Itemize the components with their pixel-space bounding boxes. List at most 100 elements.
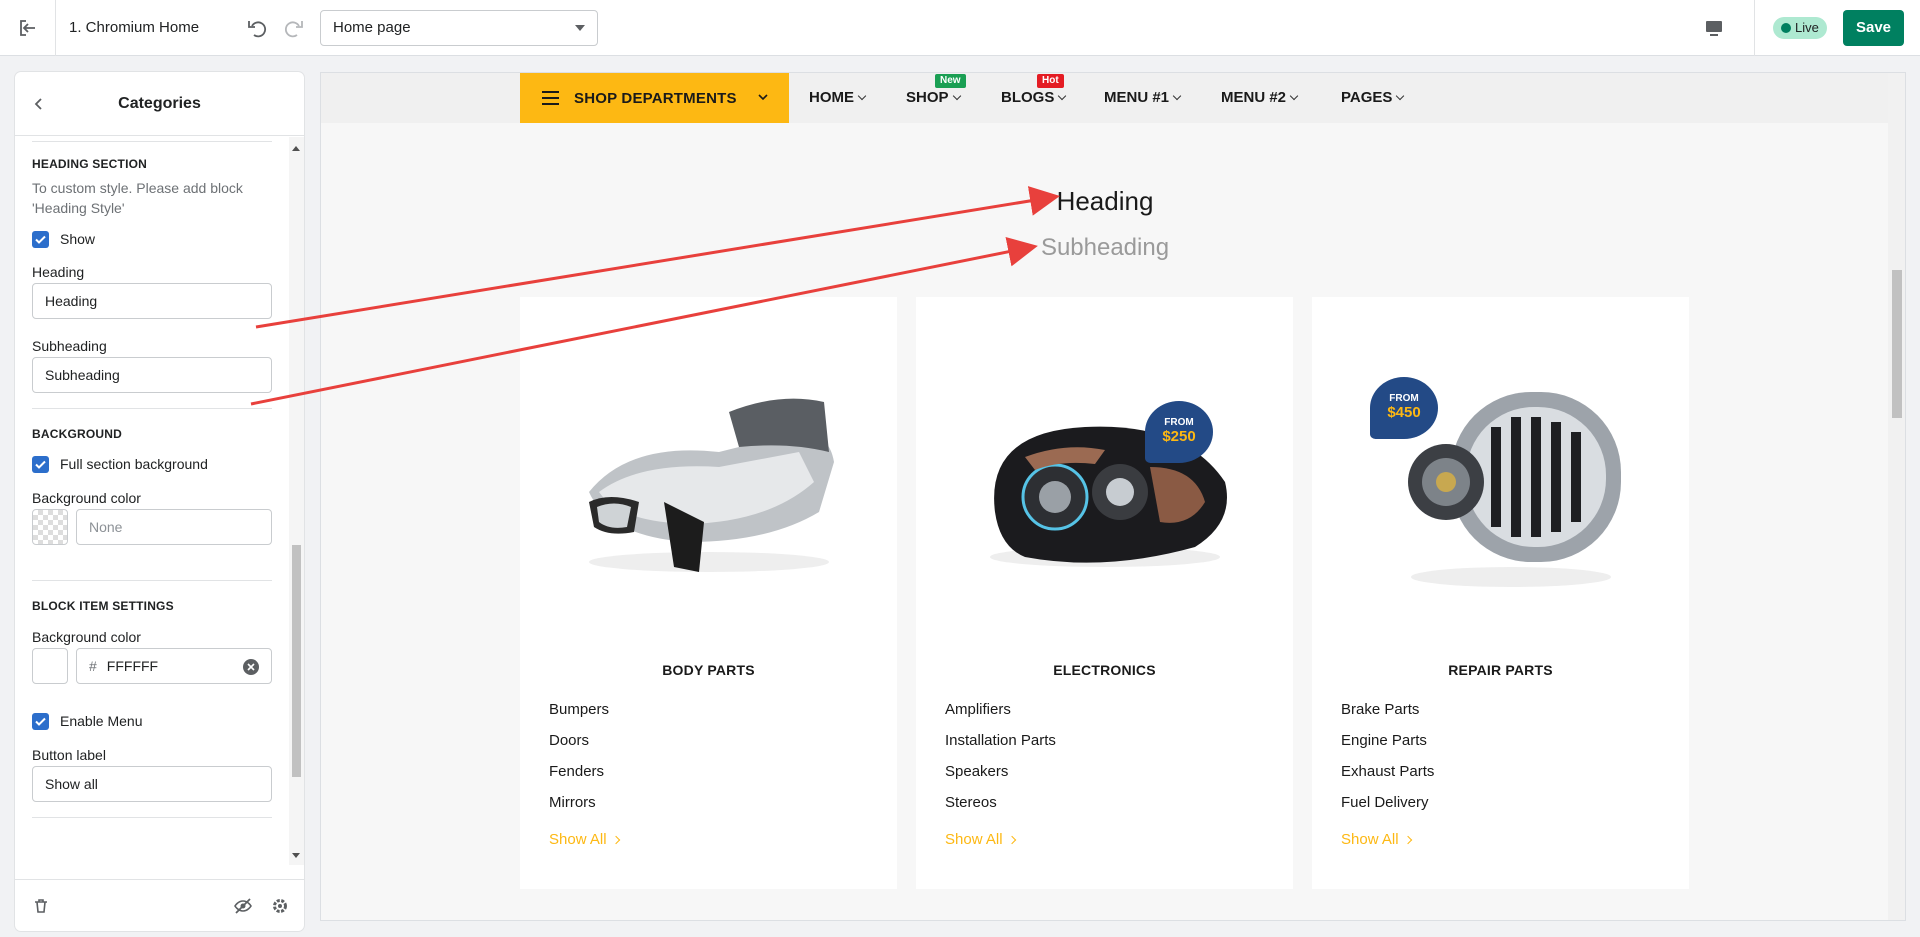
category-link[interactable]: Stereos	[945, 794, 1056, 825]
category-links: Brake Parts Engine Parts Exhaust Parts F…	[1341, 701, 1434, 825]
category-link[interactable]: Engine Parts	[1341, 732, 1434, 763]
clear-icon[interactable]	[243, 659, 259, 675]
nav-item-menu-1[interactable]: MENU #1	[1104, 73, 1182, 123]
show-all-label: Show All	[945, 831, 1003, 848]
preview-scrollbar[interactable]	[1888, 73, 1905, 920]
category-link[interactable]: Bumpers	[549, 701, 609, 732]
undo-icon	[248, 21, 267, 38]
new-tag: New	[935, 74, 966, 88]
sidebar-footer	[15, 879, 304, 931]
electronics-image[interactable]	[916, 337, 1293, 627]
category-name[interactable]: ELECTRONICS	[916, 662, 1293, 678]
category-link[interactable]: Exhaust Parts	[1341, 763, 1434, 794]
scrollbar-thumb[interactable]	[292, 545, 301, 777]
show-heading-checkbox[interactable]: Show	[32, 230, 95, 248]
category-card: FROM $250 ELECTRONICS Amplifiers Install…	[916, 297, 1293, 889]
price-value: $250	[1162, 428, 1196, 445]
price-from-label: FROM	[1389, 393, 1419, 404]
category-link[interactable]: Amplifiers	[945, 701, 1056, 732]
category-link[interactable]: Installation Parts	[945, 732, 1056, 763]
category-name[interactable]: REPAIR PARTS	[1312, 662, 1689, 678]
background-color-swatch[interactable]	[32, 509, 68, 545]
chevron-down-icon	[952, 91, 961, 101]
button-label-input[interactable]: Show all	[32, 766, 272, 802]
remove-block-button[interactable]	[29, 894, 53, 918]
chevron-down-icon	[1289, 91, 1299, 101]
section-subheading: Subheading	[1040, 234, 1170, 261]
scroll-down-icon[interactable]	[292, 853, 300, 858]
category-card: BODY PARTS Bumpers Doors Fenders Mirrors…	[520, 297, 897, 889]
undo-button[interactable]	[243, 14, 271, 42]
sidebar-settings-list: HEADING SECTION To custom style. Please …	[15, 137, 289, 865]
exit-button[interactable]	[0, 0, 56, 56]
chevron-right-icon	[611, 835, 620, 845]
full-background-label: Full section background	[60, 456, 208, 472]
shop-departments-label: SHOP DEPARTMENTS	[574, 89, 737, 107]
item-background-color-label: Background color	[32, 629, 141, 645]
heading-section-title: HEADING SECTION	[32, 157, 148, 171]
nav-item-menu-2[interactable]: MENU #2	[1221, 73, 1299, 123]
category-name[interactable]: BODY PARTS	[520, 662, 897, 678]
nav-label: HOME	[809, 89, 854, 106]
block-settings-button[interactable]	[268, 894, 292, 918]
page-select[interactable]: Home page	[320, 10, 598, 46]
scrollbar-thumb[interactable]	[1892, 270, 1902, 418]
live-dot-icon	[1781, 23, 1791, 33]
price-badge: FROM $450	[1370, 377, 1438, 439]
topbar-divider	[1754, 0, 1755, 56]
page-select-value: Home page	[333, 19, 411, 36]
repair-parts-image[interactable]	[1312, 337, 1689, 627]
chevron-down-icon	[1396, 91, 1405, 101]
category-link[interactable]: Mirrors	[549, 794, 609, 825]
category-link[interactable]: Fenders	[549, 763, 609, 794]
item-background-color-swatch[interactable]	[32, 648, 68, 684]
heading-input[interactable]: Heading	[32, 283, 272, 319]
price-from-label: FROM	[1164, 417, 1194, 428]
category-link[interactable]: Speakers	[945, 763, 1056, 794]
divider	[32, 141, 272, 142]
redo-button[interactable]	[280, 14, 308, 42]
category-links: Amplifiers Installation Parts Speakers S…	[945, 701, 1056, 825]
category-link[interactable]: Brake Parts	[1341, 701, 1434, 732]
chevron-down-icon	[1172, 91, 1182, 101]
category-links: Bumpers Doors Fenders Mirrors	[549, 701, 609, 825]
live-badge: Live	[1773, 17, 1827, 39]
show-all-link[interactable]: Show All	[549, 831, 620, 848]
exit-icon	[19, 20, 35, 36]
category-link[interactable]: Fuel Delivery	[1341, 794, 1434, 825]
device-preview-button[interactable]	[1700, 14, 1728, 42]
nav-item-home[interactable]: HOME	[809, 73, 867, 123]
divider	[32, 408, 272, 409]
store-navbar: SHOP DEPARTMENTS HOME SHOP New BLOGS Hot…	[321, 73, 1889, 123]
background-color-input[interactable]: None	[76, 509, 272, 545]
save-button[interactable]: Save	[1843, 10, 1904, 46]
nav-item-pages[interactable]: PAGES	[1341, 73, 1405, 123]
sidebar-title: Categories	[118, 95, 201, 112]
price-badge: FROM $250	[1145, 401, 1213, 463]
item-background-color-input[interactable]: # FFFFFF	[76, 648, 272, 684]
shop-departments-button[interactable]: SHOP DEPARTMENTS	[520, 73, 789, 123]
nav-label: MENU #1	[1104, 89, 1170, 106]
show-all-link[interactable]: Show All	[945, 831, 1016, 848]
checkbox-checked-icon	[32, 712, 49, 730]
heading-label: Heading	[32, 264, 85, 280]
background-color-placeholder: None	[89, 519, 123, 535]
nav-label: BLOGS	[1001, 89, 1055, 106]
subheading-input[interactable]: Subheading	[32, 357, 272, 393]
full-background-checkbox[interactable]: Full section background	[32, 455, 208, 473]
enable-menu-checkbox[interactable]: Enable Menu	[32, 712, 143, 730]
scroll-up-icon[interactable]	[292, 146, 300, 151]
desktop-icon	[1706, 21, 1722, 36]
category-link[interactable]: Doors	[549, 732, 609, 763]
heading-section-help: To custom style. Please add block 'Headi…	[32, 180, 243, 216]
hide-block-button[interactable]	[231, 894, 255, 918]
sidebar-scrollbar[interactable]	[289, 137, 304, 865]
back-button[interactable]	[27, 92, 51, 116]
chevron-right-icon	[1007, 835, 1016, 845]
body-parts-image[interactable]	[520, 337, 897, 627]
redo-icon	[284, 21, 303, 38]
chevron-down-icon	[857, 91, 867, 101]
live-label: Live	[1795, 20, 1819, 35]
show-all-link[interactable]: Show All	[1341, 831, 1412, 848]
subheading-label: Subheading	[32, 338, 107, 354]
